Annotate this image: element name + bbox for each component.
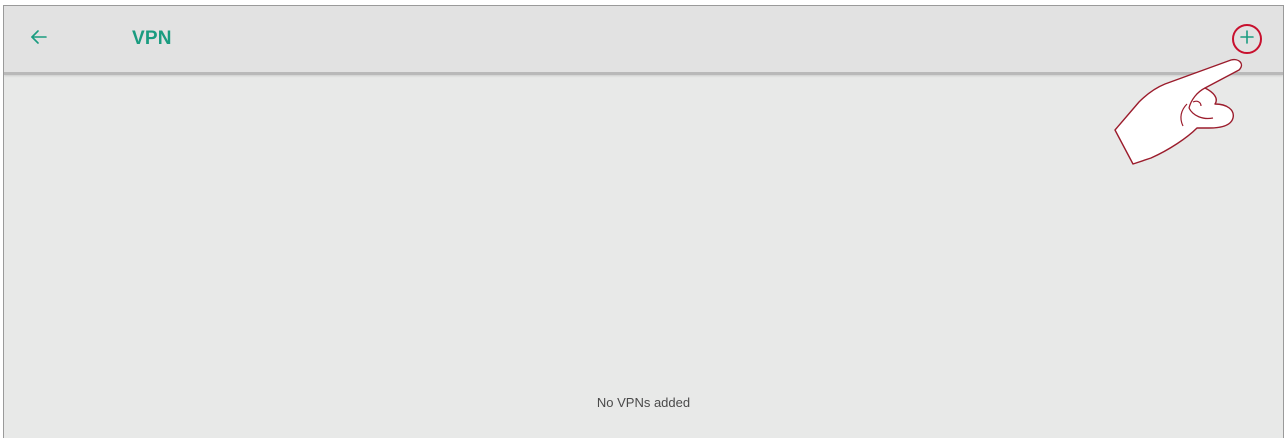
settings-window: VPN No VPNs added xyxy=(3,5,1284,438)
arrow-left-icon xyxy=(30,29,48,49)
plus-icon xyxy=(1240,29,1254,49)
page-title: VPN xyxy=(132,28,172,49)
back-button[interactable] xyxy=(26,26,52,52)
empty-state-message: No VPNs added xyxy=(596,395,691,410)
app-bar: VPN xyxy=(4,6,1283,75)
add-vpn-button[interactable] xyxy=(1232,24,1262,54)
